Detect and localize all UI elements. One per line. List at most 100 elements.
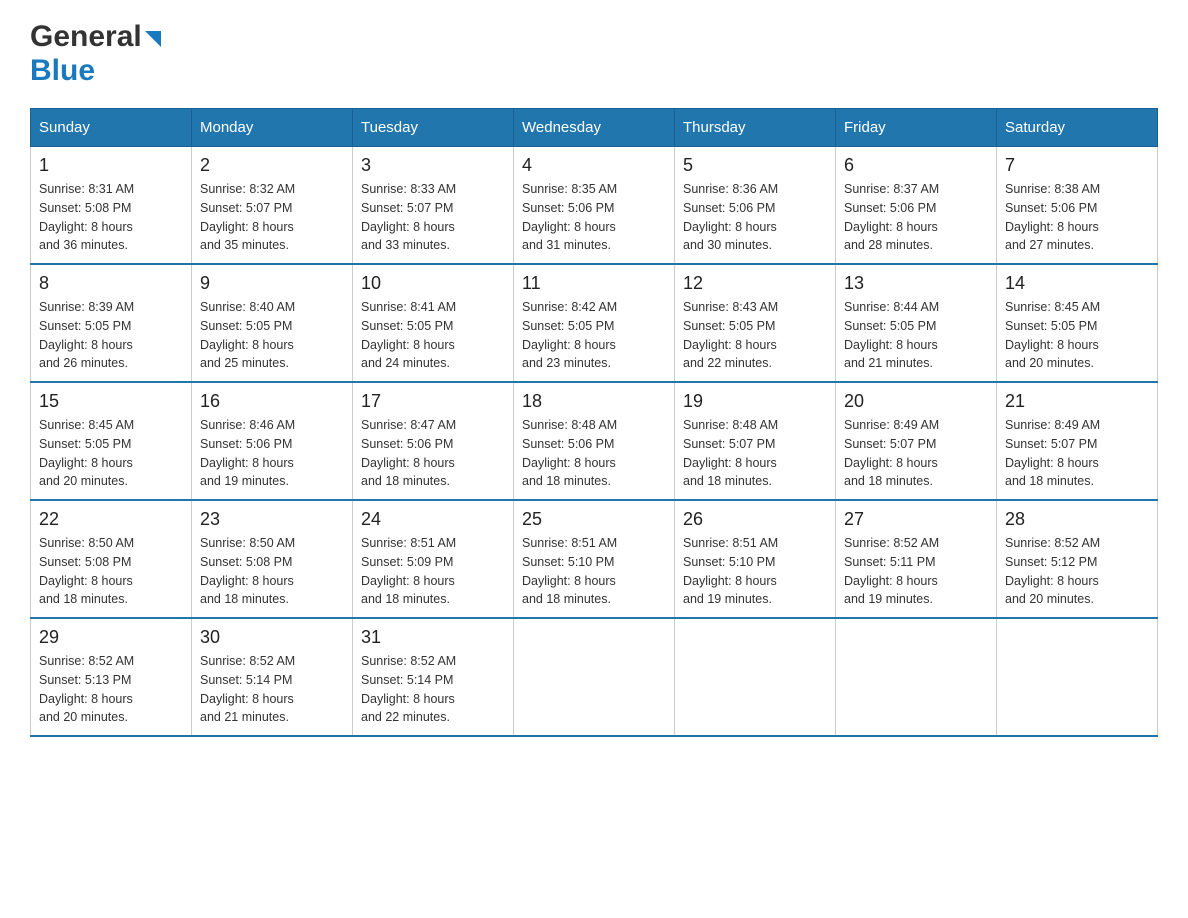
calendar-header-row: SundayMondayTuesdayWednesdayThursdayFrid… (31, 109, 1158, 147)
calendar-day-cell: 31 Sunrise: 8:52 AMSunset: 5:14 PMDaylig… (353, 618, 514, 736)
calendar-day-cell: 21 Sunrise: 8:49 AMSunset: 5:07 PMDaylig… (997, 382, 1158, 500)
day-info: Sunrise: 8:51 AMSunset: 5:09 PMDaylight:… (361, 536, 456, 606)
calendar-table: SundayMondayTuesdayWednesdayThursdayFrid… (30, 108, 1158, 737)
calendar-day-cell: 11 Sunrise: 8:42 AMSunset: 5:05 PMDaylig… (514, 264, 675, 382)
calendar-day-cell: 16 Sunrise: 8:46 AMSunset: 5:06 PMDaylig… (192, 382, 353, 500)
day-number: 1 (39, 155, 183, 176)
day-info: Sunrise: 8:51 AMSunset: 5:10 PMDaylight:… (522, 536, 617, 606)
logo-arrow-icon (145, 31, 161, 47)
calendar-day-cell: 5 Sunrise: 8:36 AMSunset: 5:06 PMDayligh… (675, 147, 836, 265)
day-number: 4 (522, 155, 666, 176)
day-info: Sunrise: 8:51 AMSunset: 5:10 PMDaylight:… (683, 536, 778, 606)
day-number: 11 (522, 273, 666, 294)
day-number: 14 (1005, 273, 1149, 294)
day-info: Sunrise: 8:31 AMSunset: 5:08 PMDaylight:… (39, 182, 134, 252)
day-info: Sunrise: 8:45 AMSunset: 5:05 PMDaylight:… (1005, 300, 1100, 370)
day-number: 16 (200, 391, 344, 412)
calendar-week-row: 1 Sunrise: 8:31 AMSunset: 5:08 PMDayligh… (31, 147, 1158, 265)
day-info: Sunrise: 8:49 AMSunset: 5:07 PMDaylight:… (844, 418, 939, 488)
day-number: 5 (683, 155, 827, 176)
day-number: 12 (683, 273, 827, 294)
day-info: Sunrise: 8:32 AMSunset: 5:07 PMDaylight:… (200, 182, 295, 252)
day-number: 2 (200, 155, 344, 176)
day-number: 20 (844, 391, 988, 412)
day-info: Sunrise: 8:43 AMSunset: 5:05 PMDaylight:… (683, 300, 778, 370)
column-header-monday: Monday (192, 109, 353, 147)
day-number: 21 (1005, 391, 1149, 412)
day-info: Sunrise: 8:52 AMSunset: 5:12 PMDaylight:… (1005, 536, 1100, 606)
day-number: 28 (1005, 509, 1149, 530)
day-info: Sunrise: 8:42 AMSunset: 5:05 PMDaylight:… (522, 300, 617, 370)
calendar-day-cell: 4 Sunrise: 8:35 AMSunset: 5:06 PMDayligh… (514, 147, 675, 265)
day-info: Sunrise: 8:50 AMSunset: 5:08 PMDaylight:… (39, 536, 134, 606)
day-info: Sunrise: 8:49 AMSunset: 5:07 PMDaylight:… (1005, 418, 1100, 488)
day-info: Sunrise: 8:45 AMSunset: 5:05 PMDaylight:… (39, 418, 134, 488)
calendar-day-cell: 13 Sunrise: 8:44 AMSunset: 5:05 PMDaylig… (836, 264, 997, 382)
day-info: Sunrise: 8:52 AMSunset: 5:11 PMDaylight:… (844, 536, 939, 606)
day-number: 7 (1005, 155, 1149, 176)
calendar-day-cell: 27 Sunrise: 8:52 AMSunset: 5:11 PMDaylig… (836, 500, 997, 618)
column-header-friday: Friday (836, 109, 997, 147)
day-number: 10 (361, 273, 505, 294)
calendar-day-cell: 17 Sunrise: 8:47 AMSunset: 5:06 PMDaylig… (353, 382, 514, 500)
day-info: Sunrise: 8:33 AMSunset: 5:07 PMDaylight:… (361, 182, 456, 252)
day-info: Sunrise: 8:47 AMSunset: 5:06 PMDaylight:… (361, 418, 456, 488)
calendar-day-cell: 25 Sunrise: 8:51 AMSunset: 5:10 PMDaylig… (514, 500, 675, 618)
column-header-sunday: Sunday (31, 109, 192, 147)
day-info: Sunrise: 8:48 AMSunset: 5:06 PMDaylight:… (522, 418, 617, 488)
day-number: 24 (361, 509, 505, 530)
day-number: 8 (39, 273, 183, 294)
calendar-empty-cell (997, 618, 1158, 736)
day-number: 30 (200, 627, 344, 648)
day-number: 27 (844, 509, 988, 530)
calendar-empty-cell (836, 618, 997, 736)
column-header-saturday: Saturday (997, 109, 1158, 147)
column-header-wednesday: Wednesday (514, 109, 675, 147)
calendar-day-cell: 18 Sunrise: 8:48 AMSunset: 5:06 PMDaylig… (514, 382, 675, 500)
day-info: Sunrise: 8:52 AMSunset: 5:13 PMDaylight:… (39, 654, 134, 724)
day-number: 23 (200, 509, 344, 530)
day-info: Sunrise: 8:38 AMSunset: 5:06 PMDaylight:… (1005, 182, 1100, 252)
day-info: Sunrise: 8:39 AMSunset: 5:05 PMDaylight:… (39, 300, 134, 370)
day-info: Sunrise: 8:41 AMSunset: 5:05 PMDaylight:… (361, 300, 456, 370)
day-number: 26 (683, 509, 827, 530)
calendar-day-cell: 15 Sunrise: 8:45 AMSunset: 5:05 PMDaylig… (31, 382, 192, 500)
day-number: 6 (844, 155, 988, 176)
day-number: 25 (522, 509, 666, 530)
day-info: Sunrise: 8:46 AMSunset: 5:06 PMDaylight:… (200, 418, 295, 488)
day-number: 19 (683, 391, 827, 412)
calendar-day-cell: 14 Sunrise: 8:45 AMSunset: 5:05 PMDaylig… (997, 264, 1158, 382)
day-info: Sunrise: 8:52 AMSunset: 5:14 PMDaylight:… (200, 654, 295, 724)
column-header-thursday: Thursday (675, 109, 836, 147)
calendar-day-cell: 10 Sunrise: 8:41 AMSunset: 5:05 PMDaylig… (353, 264, 514, 382)
calendar-day-cell: 23 Sunrise: 8:50 AMSunset: 5:08 PMDaylig… (192, 500, 353, 618)
day-info: Sunrise: 8:36 AMSunset: 5:06 PMDaylight:… (683, 182, 778, 252)
day-number: 31 (361, 627, 505, 648)
day-number: 15 (39, 391, 183, 412)
calendar-day-cell: 6 Sunrise: 8:37 AMSunset: 5:06 PMDayligh… (836, 147, 997, 265)
calendar-day-cell: 2 Sunrise: 8:32 AMSunset: 5:07 PMDayligh… (192, 147, 353, 265)
column-header-tuesday: Tuesday (353, 109, 514, 147)
page-header: General Blue (30, 20, 1158, 88)
calendar-week-row: 29 Sunrise: 8:52 AMSunset: 5:13 PMDaylig… (31, 618, 1158, 736)
calendar-day-cell: 19 Sunrise: 8:48 AMSunset: 5:07 PMDaylig… (675, 382, 836, 500)
calendar-empty-cell (514, 618, 675, 736)
day-number: 17 (361, 391, 505, 412)
calendar-week-row: 22 Sunrise: 8:50 AMSunset: 5:08 PMDaylig… (31, 500, 1158, 618)
day-info: Sunrise: 8:35 AMSunset: 5:06 PMDaylight:… (522, 182, 617, 252)
calendar-day-cell: 28 Sunrise: 8:52 AMSunset: 5:12 PMDaylig… (997, 500, 1158, 618)
calendar-day-cell: 8 Sunrise: 8:39 AMSunset: 5:05 PMDayligh… (31, 264, 192, 382)
calendar-empty-cell (675, 618, 836, 736)
day-number: 3 (361, 155, 505, 176)
calendar-day-cell: 20 Sunrise: 8:49 AMSunset: 5:07 PMDaylig… (836, 382, 997, 500)
logo-blue-text: Blue (30, 54, 95, 87)
calendar-week-row: 15 Sunrise: 8:45 AMSunset: 5:05 PMDaylig… (31, 382, 1158, 500)
logo: General Blue (30, 20, 161, 88)
calendar-day-cell: 22 Sunrise: 8:50 AMSunset: 5:08 PMDaylig… (31, 500, 192, 618)
calendar-day-cell: 7 Sunrise: 8:38 AMSunset: 5:06 PMDayligh… (997, 147, 1158, 265)
calendar-day-cell: 12 Sunrise: 8:43 AMSunset: 5:05 PMDaylig… (675, 264, 836, 382)
day-number: 18 (522, 391, 666, 412)
calendar-day-cell: 24 Sunrise: 8:51 AMSunset: 5:09 PMDaylig… (353, 500, 514, 618)
day-number: 9 (200, 273, 344, 294)
logo-general-text: General (30, 20, 142, 54)
